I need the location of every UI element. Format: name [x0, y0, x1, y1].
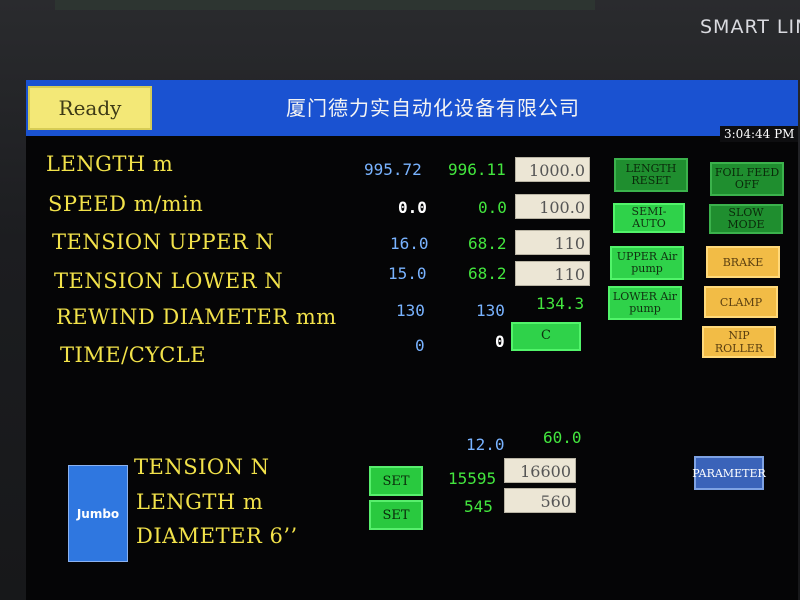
row-tension-upper-label: TENSION UPPER N: [52, 230, 275, 254]
row-rewind-diameter-actual2: 130: [476, 301, 505, 320]
semi-auto-button[interactable]: SEMI-AUTO: [613, 203, 685, 233]
row-speed-actual2: 0.0: [478, 198, 507, 217]
row-length-actual: 995.72: [364, 160, 422, 179]
nip-roller-button[interactable]: NIP ROLLER: [702, 326, 776, 358]
jumbo-diameter-set-button[interactable]: SET: [369, 500, 423, 530]
row-rewind-diameter-setpoint: 134.3: [536, 294, 585, 313]
bezel-brand-label: SMART LIN: [700, 16, 800, 38]
row-tension-upper-actual: 16.0: [390, 234, 429, 253]
time-cycle-button[interactable]: C: [511, 322, 581, 351]
upper-air-pump-button[interactable]: UPPER Air pump: [610, 246, 684, 280]
jumbo-tension-label: TENSION N: [134, 455, 270, 479]
row-tension-lower-label: TENSION LOWER N: [54, 269, 284, 293]
row-tension-lower-actual2: 68.2: [468, 264, 507, 283]
clamp-button[interactable]: CLAMP: [704, 286, 778, 318]
company-name: 厦门德力实自动化设备有限公司: [286, 96, 580, 120]
jumbo-diameter-value: 545: [464, 497, 493, 516]
row-tension-upper-actual2: 68.2: [468, 234, 507, 253]
row-time-cycle-label: TIME/CYCLE: [60, 343, 207, 367]
row-tension-upper-setpoint[interactable]: 110: [515, 230, 590, 255]
jumbo-top-value-b: 60.0: [543, 428, 582, 447]
status-indicator: Ready: [28, 86, 152, 130]
brake-button[interactable]: BRAKE: [706, 246, 780, 278]
foil-feed-off-button[interactable]: FOIL FEED OFF: [710, 162, 784, 196]
bezel-top-strip: [55, 0, 595, 10]
hmi-screen: Ready 厦门德力实自动化设备有限公司 3:04:44 PM LENGTH m…: [26, 80, 798, 600]
row-tension-lower-setpoint[interactable]: 110: [515, 261, 590, 286]
row-speed-actual: 0.0: [398, 198, 427, 217]
row-length-setpoint[interactable]: 1000.0: [515, 157, 590, 182]
length-reset-button[interactable]: LENGTH RESET: [614, 158, 688, 192]
jumbo-top-value-a: 12.0: [466, 435, 505, 454]
row-length-actual2: 996.11: [448, 160, 506, 179]
jumbo-diameter-label: DIAMETER 6’’: [136, 524, 298, 548]
row-speed-setpoint[interactable]: 100.0: [515, 194, 590, 219]
row-rewind-diameter-actual: 130: [396, 301, 425, 320]
row-time-cycle-actual2: 0: [495, 332, 505, 351]
row-tension-lower-actual: 15.0: [388, 264, 427, 283]
row-rewind-diameter-label: REWIND DIAMETER mm: [56, 305, 337, 329]
jumbo-length-set-button[interactable]: SET: [369, 466, 423, 496]
row-speed-label: SPEED m/min: [48, 192, 204, 216]
jumbo-length-value: 15595: [448, 469, 497, 488]
parameter-button[interactable]: PARAMETER: [692, 456, 766, 490]
jumbo-length-label: LENGTH m: [136, 490, 264, 514]
jumbo-length-input[interactable]: 16600: [504, 458, 576, 483]
clock: 3:04:44 PM: [720, 126, 798, 142]
row-length-label: LENGTH m: [46, 152, 174, 176]
lower-air-pump-button[interactable]: LOWER Air pump: [608, 286, 682, 320]
jumbo-button[interactable]: Jumbo: [68, 465, 128, 562]
row-time-cycle-actual: 0: [415, 336, 425, 355]
jumbo-diameter-input[interactable]: 560: [504, 488, 576, 513]
title-bar: Ready 厦门德力实自动化设备有限公司 3:04:44 PM: [26, 80, 798, 142]
slow-mode-button[interactable]: SLOW MODE: [709, 204, 783, 234]
